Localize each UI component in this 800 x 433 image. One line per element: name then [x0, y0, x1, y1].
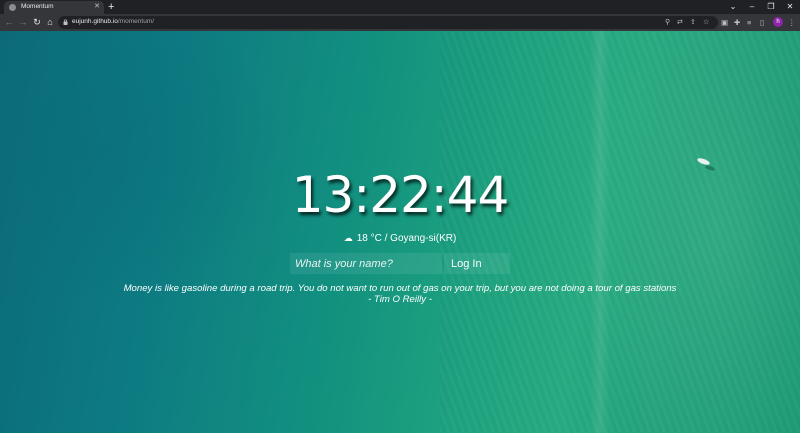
forward-button[interactable]: → [17, 16, 29, 28]
reload-button[interactable]: ↻ [31, 16, 43, 28]
quote-text: Money is like gasoline during a road tri… [123, 283, 677, 294]
extension-icon[interactable]: ▣ [721, 17, 728, 28]
weather-text: 18 °C / Goyang-si(KR) [356, 233, 457, 244]
minimize-button[interactable]: – [745, 1, 759, 12]
quote-author: - Tim O Reilly - [368, 294, 432, 305]
favicon-icon [9, 4, 16, 11]
momentum-page: 13:22:44 ☁18 °C / Goyang-si(KR) Log In M… [0, 31, 800, 433]
side-panel-icon[interactable]: ▯ [760, 17, 764, 28]
translate-icon[interactable]: ⇄ [677, 17, 683, 28]
bookmark-star-icon[interactable]: ☆ [703, 17, 709, 28]
reading-list-icon[interactable]: ≡ [747, 17, 751, 28]
menu-icon[interactable]: ⋮ [788, 17, 796, 28]
tab-momentum[interactable]: Momentum ✕ [4, 1, 104, 14]
cloud-icon: ☁ [343, 233, 353, 243]
name-input[interactable] [290, 253, 442, 274]
maximize-button[interactable]: ❐ [764, 1, 778, 12]
back-button[interactable]: ← [3, 16, 15, 28]
quote: Money is like gasoline during a road tri… [0, 283, 800, 305]
location-icon[interactable]: ⚲ [665, 17, 670, 28]
login-form: Log In [290, 253, 510, 274]
address-bar[interactable]: eujunh.github.io/momentum/ ⚲ ⇄ ⇪ ☆ [58, 16, 718, 29]
login-button[interactable]: Log In [444, 253, 510, 274]
browser-toolbar: ← → ↻ ⌂ eujunh.github.io/momentum/ ⚲ ⇄ ⇪… [0, 14, 800, 31]
clock: 13:22:44 [291, 166, 510, 224]
url-text[interactable]: eujunh.github.io/momentum/ [72, 18, 154, 25]
tab-strip: Momentum ✕ + ⌄ – ❐ ✕ [0, 0, 800, 14]
weather: ☁ 18 °C / Goyang-si(KR) [0, 232, 800, 245]
puzzle-icon[interactable]: ✚ [734, 17, 740, 28]
tab-title: Momentum [21, 3, 54, 10]
tab-search-icon[interactable]: ⌄ [726, 1, 740, 12]
profile-avatar[interactable]: h [773, 17, 783, 27]
new-tab-button[interactable]: + [108, 1, 114, 13]
close-tab-icon[interactable]: ✕ [94, 3, 100, 11]
lock-icon[interactable] [63, 19, 68, 25]
home-button[interactable]: ⌂ [44, 16, 56, 28]
share-icon[interactable]: ⇪ [690, 17, 696, 28]
close-window-button[interactable]: ✕ [783, 1, 797, 12]
